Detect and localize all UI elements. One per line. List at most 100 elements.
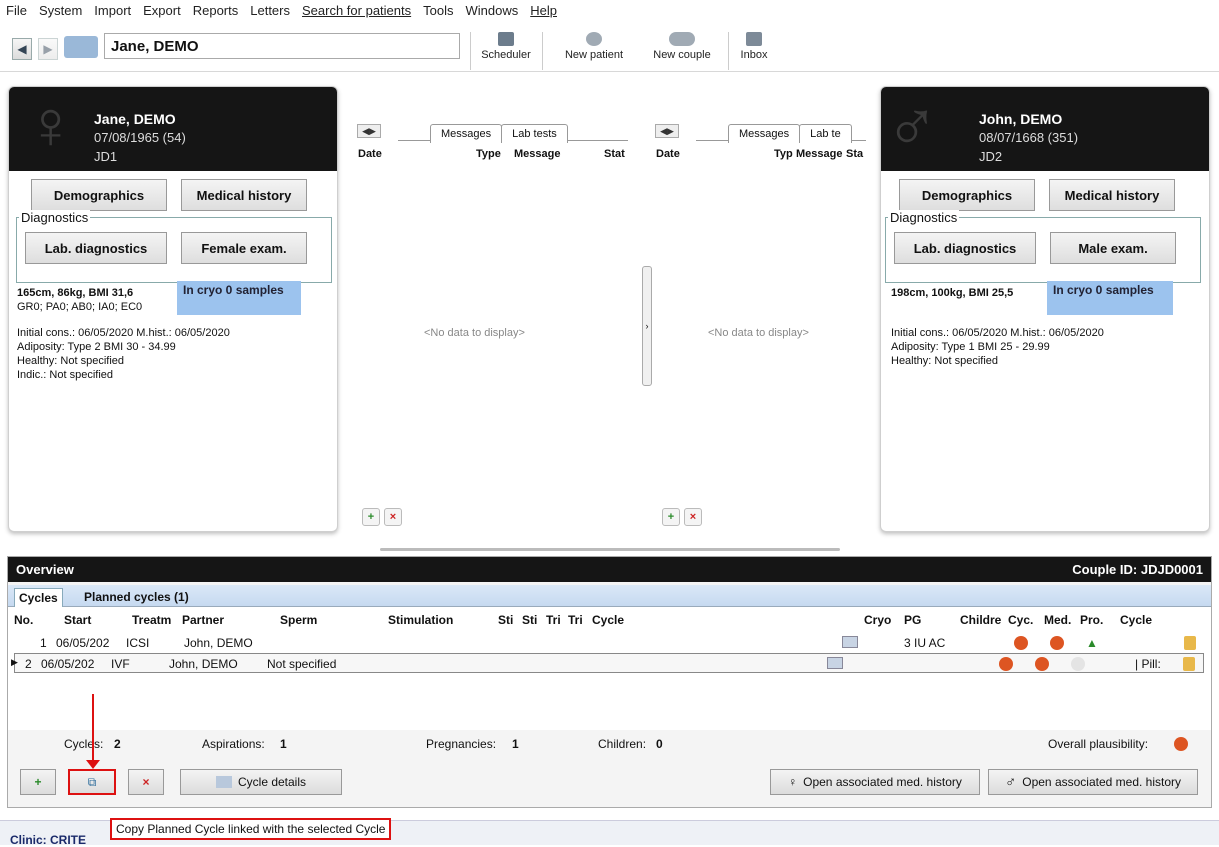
new-patient-button[interactable]: New patient bbox=[556, 32, 632, 61]
female-consult-dates: Initial cons.: 06/05/2020 M.hist.: 06/05… bbox=[17, 327, 230, 339]
male-patient-card: ♂ John, DEMO 08/07/1668 (351) JD2 Demogr… bbox=[880, 86, 1210, 532]
patient-name-field[interactable]: Jane, DEMO bbox=[104, 33, 460, 59]
cycles-grid: No. Start Treatm Partner Sperm Stimulati… bbox=[8, 607, 1211, 730]
menu-windows[interactable]: Windows bbox=[465, 3, 518, 18]
col-type-right[interactable]: Typ bbox=[774, 148, 793, 160]
col-pg[interactable]: PG bbox=[904, 613, 921, 627]
menu-reports[interactable]: Reports bbox=[193, 3, 239, 18]
male-lab-diagnostics-button[interactable]: Lab. diagnostics bbox=[894, 232, 1036, 264]
neutral-icon bbox=[1071, 657, 1085, 671]
overall-plausibility: Overall plausibility: bbox=[1048, 737, 1149, 751]
col-med[interactable]: Med. bbox=[1044, 613, 1071, 627]
table-row[interactable]: 1 06/05/202 ICSI John, DEMO 3 IU AC ▲ bbox=[14, 633, 1204, 653]
female-diagnostics-group: Diagnostics Lab. diagnostics Female exam… bbox=[16, 210, 332, 283]
col-no[interactable]: No. bbox=[14, 613, 33, 627]
delete-message-left-icon[interactable]: × bbox=[384, 508, 402, 526]
tab-messages-right[interactable]: Messages bbox=[728, 124, 801, 143]
forward-arrow-icon[interactable]: ▶ bbox=[38, 38, 58, 60]
back-arrow-icon[interactable]: ◀ bbox=[12, 38, 32, 60]
collapse-handle[interactable] bbox=[380, 548, 840, 551]
tab-messages-left[interactable]: Messages bbox=[430, 124, 503, 143]
tab-lab-tests-left[interactable]: Lab tests bbox=[501, 124, 568, 143]
alert-icon bbox=[1174, 737, 1188, 751]
female-dob: 07/08/1965 (54) bbox=[94, 130, 186, 145]
col-tri1[interactable]: Tri bbox=[546, 613, 561, 627]
col-tri2[interactable]: Tri bbox=[568, 613, 583, 627]
new-couple-button[interactable]: New couple bbox=[644, 32, 720, 61]
panel-right-tabs: Messages Lab te bbox=[728, 124, 852, 143]
scheduler-button[interactable]: Scheduler bbox=[476, 32, 536, 61]
patient-search-icon[interactable] bbox=[64, 36, 98, 58]
cycle-details-button[interactable]: Cycle details bbox=[180, 769, 342, 795]
tab-cycles[interactable]: Cycles bbox=[14, 588, 63, 607]
male-symbol-icon: ♂ bbox=[885, 87, 939, 167]
col-stimulation[interactable]: Stimulation bbox=[388, 613, 453, 627]
menu-letters[interactable]: Letters bbox=[250, 3, 290, 18]
col-cycle-end[interactable]: Cycle bbox=[1120, 613, 1152, 627]
menu-file[interactable]: File bbox=[6, 3, 27, 18]
female-lab-diagnostics-button[interactable]: Lab. diagnostics bbox=[25, 232, 167, 264]
female-demographics-button[interactable]: Demographics bbox=[31, 179, 167, 211]
overview-title: Overview bbox=[16, 562, 74, 577]
col-sperm[interactable]: Sperm bbox=[280, 613, 317, 627]
col-cycle[interactable]: Cycle bbox=[592, 613, 624, 627]
female-medical-history-button[interactable]: Medical history bbox=[181, 179, 307, 211]
add-cycle-button[interactable]: + bbox=[20, 769, 56, 795]
tooltip: Copy Planned Cycle linked with the selec… bbox=[110, 818, 392, 840]
couple-id: Couple ID: JDJD0001 bbox=[1072, 562, 1203, 577]
menu-import[interactable]: Import bbox=[94, 3, 131, 18]
female-exam-button[interactable]: Female exam. bbox=[181, 232, 307, 264]
copy-planned-cycle-button[interactable]: ⧉ bbox=[68, 769, 116, 795]
copy-icon: ⧉ bbox=[87, 774, 97, 789]
male-adiposity: Adiposity: Type 1 BMI 25 - 29.99 bbox=[891, 341, 1050, 353]
inbox-button[interactable]: Inbox bbox=[734, 32, 774, 61]
col-cryo[interactable]: Cryo bbox=[864, 613, 891, 627]
col-status-right[interactable]: Sta bbox=[846, 148, 863, 160]
menu-help[interactable]: Help bbox=[530, 3, 557, 18]
panel-left-nav-icon[interactable]: ◀▶ bbox=[357, 124, 381, 138]
menu-tools[interactable]: Tools bbox=[423, 3, 453, 18]
annotation-arrowhead bbox=[86, 760, 100, 769]
panel-right-nav-icon[interactable]: ◀▶ bbox=[655, 124, 679, 138]
lock-icon[interactable] bbox=[1184, 636, 1196, 650]
menu-export[interactable]: Export bbox=[143, 3, 181, 18]
menu-search-patients[interactable]: Search for patients bbox=[302, 3, 411, 18]
open-male-med-history-button[interactable]: ♂ Open associated med. history bbox=[988, 769, 1198, 795]
tab-planned-cycles[interactable]: Planned cycles (1) bbox=[80, 588, 193, 606]
col-cyc[interactable]: Cyc. bbox=[1008, 613, 1033, 627]
note-icon[interactable] bbox=[827, 657, 843, 669]
col-message-left[interactable]: Message bbox=[514, 148, 560, 160]
row-pointer-icon: ▶ bbox=[11, 657, 18, 667]
delete-message-right-icon[interactable]: × bbox=[684, 508, 702, 526]
lock-icon[interactable] bbox=[1183, 657, 1195, 671]
note-icon[interactable] bbox=[842, 636, 858, 648]
alert-icon bbox=[1014, 636, 1028, 650]
col-date-left[interactable]: Date bbox=[358, 148, 382, 160]
male-medical-history-button[interactable]: Medical history bbox=[1049, 179, 1175, 211]
male-demographics-button[interactable]: Demographics bbox=[899, 179, 1035, 211]
col-start[interactable]: Start bbox=[64, 613, 91, 627]
menu-system[interactable]: System bbox=[39, 3, 82, 18]
col-status-left[interactable]: Stat bbox=[604, 148, 625, 160]
male-exam-button[interactable]: Male exam. bbox=[1050, 232, 1176, 264]
col-sti1[interactable]: Sti bbox=[498, 613, 513, 627]
pregnancies-count: 1 bbox=[512, 737, 519, 751]
add-icon: + bbox=[34, 775, 42, 789]
col-date-right[interactable]: Date bbox=[656, 148, 680, 160]
col-treatment[interactable]: Treatm bbox=[132, 613, 171, 627]
col-type-left[interactable]: Type bbox=[476, 148, 501, 160]
add-message-left-icon[interactable]: + bbox=[362, 508, 380, 526]
col-children[interactable]: Childre bbox=[960, 613, 1001, 627]
male-dob: 08/07/1668 (351) bbox=[979, 130, 1079, 145]
add-message-right-icon[interactable]: + bbox=[662, 508, 680, 526]
table-row-selected[interactable]: ▶ 2 06/05/202 IVF John, DEMO Not specifi… bbox=[11, 653, 1204, 673]
open-female-med-history-button[interactable]: ♀ Open associated med. history bbox=[770, 769, 980, 795]
delete-cycle-button[interactable]: × bbox=[128, 769, 164, 795]
col-sti2[interactable]: Sti bbox=[522, 613, 537, 627]
male-consult-dates: Initial cons.: 06/05/2020 M.hist.: 06/05… bbox=[891, 327, 1104, 339]
splitter-handle[interactable]: › bbox=[642, 266, 652, 386]
col-pro[interactable]: Pro. bbox=[1080, 613, 1103, 627]
tab-lab-tests-right[interactable]: Lab te bbox=[799, 124, 852, 143]
col-partner[interactable]: Partner bbox=[182, 613, 224, 627]
col-message-right[interactable]: Message bbox=[796, 148, 842, 160]
